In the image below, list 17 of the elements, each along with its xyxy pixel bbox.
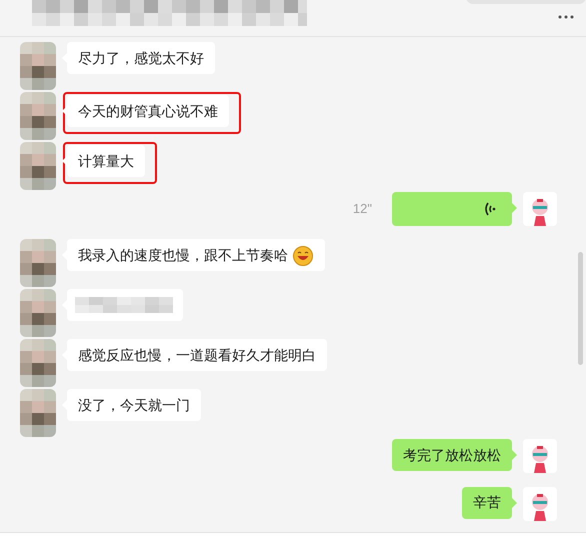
avatar-icon: [523, 439, 557, 474]
scrollbar[interactable]: [578, 252, 583, 365]
message-text: 今天的财管真心说不难: [78, 102, 218, 120]
message-text: 我录入的速度也慢，跟不上节奏哈: [78, 246, 288, 265]
message-text: 没了，今天就一门: [78, 396, 190, 415]
message-text: 考完了放松放松: [403, 446, 501, 465]
more-icon[interactable]: [558, 15, 574, 19]
avatar-icon: [523, 486, 557, 521]
message-text: 辛苦: [473, 493, 501, 512]
message-text: 感觉反应也慢，一道题看好久才能明白: [78, 346, 316, 365]
message-text: 尽力了，感觉太不好: [78, 48, 204, 68]
avatar-icon: [523, 192, 557, 226]
voice-message[interactable]: [392, 192, 512, 226]
message-text: 计算量大: [78, 152, 134, 170]
voice-duration: 12": [352, 200, 372, 218]
voice-wave-icon: [484, 202, 496, 216]
bubble-tail: [512, 203, 517, 213]
